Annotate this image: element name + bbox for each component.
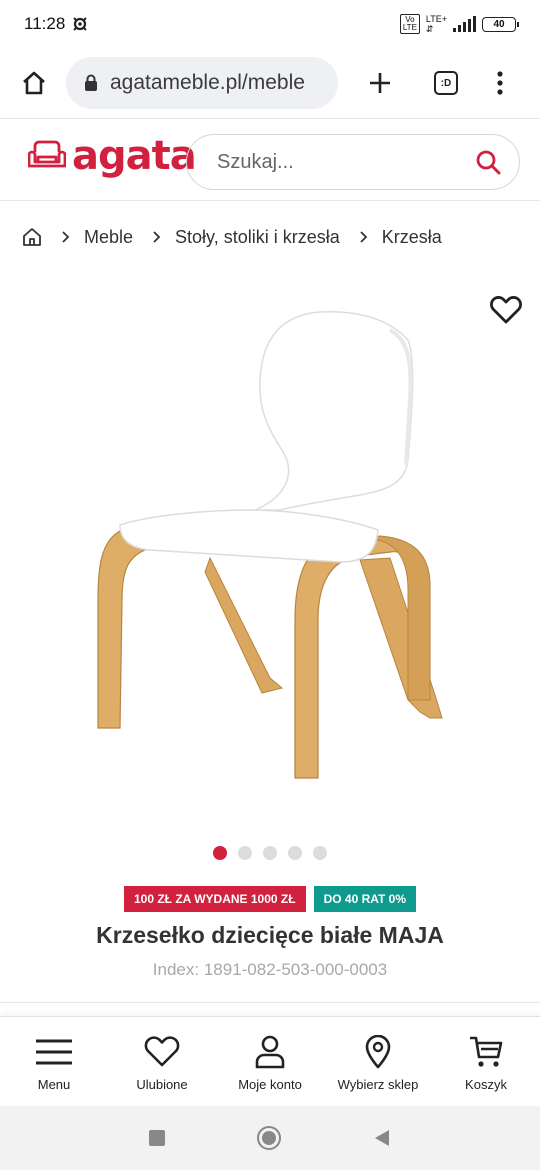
home-icon xyxy=(23,71,45,95)
heart-icon xyxy=(490,296,522,324)
notification-icon xyxy=(71,15,89,33)
nav-label: Menu xyxy=(37,1077,71,1092)
browser-toolbar: agatameble.pl/meble :D xyxy=(0,48,540,118)
search-icon[interactable] xyxy=(475,149,501,175)
site-header: agata Szukaj... xyxy=(0,119,540,201)
nav-menu[interactable]: Menu xyxy=(0,1017,108,1106)
bottom-navigation: Menu Ulubione Moje konto Wybierz sklep K… xyxy=(0,1016,540,1106)
heart-icon xyxy=(144,1035,180,1069)
product-image[interactable] xyxy=(90,300,460,800)
system-navigation-bar xyxy=(0,1106,540,1170)
nav-store-locator[interactable]: Wybierz sklep xyxy=(324,1017,432,1106)
nav-label: Moje konto xyxy=(238,1077,302,1092)
tabs-button[interactable]: :D xyxy=(424,61,468,105)
product-title: Krzesełko dziecięce białe MAJA xyxy=(96,922,444,948)
breadcrumb-item[interactable]: Stoły, stoliki i krzesła xyxy=(175,227,340,248)
battery-level: 40 xyxy=(493,18,505,30)
cart-icon xyxy=(469,1035,503,1069)
battery-icon: 40 xyxy=(482,16,519,32)
user-icon xyxy=(254,1035,286,1069)
carousel-dot[interactable] xyxy=(313,846,327,860)
tabs-label: :D xyxy=(440,77,452,89)
installments-badge[interactable]: DO 40 RAT 0% xyxy=(313,886,417,912)
status-bar: 11:28 Vo LTE LTE+ ⇵ 40 xyxy=(0,0,540,48)
nav-account[interactable]: Moje konto xyxy=(216,1017,324,1106)
plus-icon xyxy=(370,73,390,93)
divider xyxy=(0,200,540,201)
breadcrumb-item[interactable]: Meble xyxy=(84,227,133,248)
signal-icon xyxy=(453,16,476,32)
search-input[interactable]: Szukaj... xyxy=(186,134,520,190)
back-button[interactable] xyxy=(373,1128,391,1148)
carousel-dot[interactable] xyxy=(263,846,277,860)
logo-text: agata xyxy=(72,133,197,179)
address-bar[interactable]: agatameble.pl/meble xyxy=(66,57,338,109)
carousel-indicator xyxy=(0,846,540,860)
home-system-button[interactable] xyxy=(257,1126,281,1150)
search-placeholder: Szukaj... xyxy=(217,150,294,173)
network-type: LTE+ ⇵ xyxy=(425,14,447,34)
nav-label: Koszyk xyxy=(465,1077,507,1092)
network-type-label: LTE+ xyxy=(425,14,447,24)
promo-badges: 100 ZŁ ZA WYDANE 1000 ZŁ DO 40 RAT 0% xyxy=(0,886,540,912)
product-index: Index: 1891-082-503-000-0003 xyxy=(152,960,388,979)
breadcrumb-home[interactable] xyxy=(22,227,42,247)
volte-badge: Vo LTE xyxy=(399,14,420,34)
browser-menu-button[interactable] xyxy=(478,61,522,105)
recents-button[interactable] xyxy=(149,1130,165,1146)
breadcrumb-item[interactable]: Krzesła xyxy=(382,227,442,248)
more-vert-icon xyxy=(497,71,503,95)
promo-badge[interactable]: 100 ZŁ ZA WYDANE 1000 ZŁ xyxy=(123,886,306,912)
chevron-right-icon xyxy=(360,231,368,243)
location-pin-icon xyxy=(365,1035,391,1069)
sofa-logo-icon xyxy=(28,140,66,168)
site-logo[interactable]: agata xyxy=(28,133,197,179)
url-text: agatameble.pl/meble xyxy=(110,71,305,94)
tabs-icon: :D xyxy=(434,71,458,95)
menu-icon xyxy=(35,1035,73,1069)
home-button[interactable] xyxy=(12,61,56,105)
new-tab-button[interactable] xyxy=(358,61,402,105)
back-triangle-icon xyxy=(375,1130,389,1146)
nav-label: Wybierz sklep xyxy=(337,1077,419,1092)
lock-icon xyxy=(85,74,97,91)
divider xyxy=(0,1002,540,1003)
status-time: 11:28 xyxy=(24,14,66,33)
volte-bottom: LTE xyxy=(402,23,417,32)
breadcrumb: Meble Stoły, stoliki i krzesła Krzesła xyxy=(22,216,442,258)
chevron-right-icon xyxy=(153,231,161,243)
chevron-right-icon xyxy=(62,231,70,243)
nav-label: Ulubione xyxy=(136,1077,188,1092)
nav-favorites[interactable]: Ulubione xyxy=(108,1017,216,1106)
carousel-dot[interactable] xyxy=(238,846,252,860)
carousel-dot[interactable] xyxy=(213,846,227,860)
add-to-favorites-button[interactable] xyxy=(486,290,526,330)
home-outline-icon xyxy=(23,228,41,246)
nav-cart[interactable]: Koszyk xyxy=(432,1017,540,1106)
carousel-dot[interactable] xyxy=(288,846,302,860)
